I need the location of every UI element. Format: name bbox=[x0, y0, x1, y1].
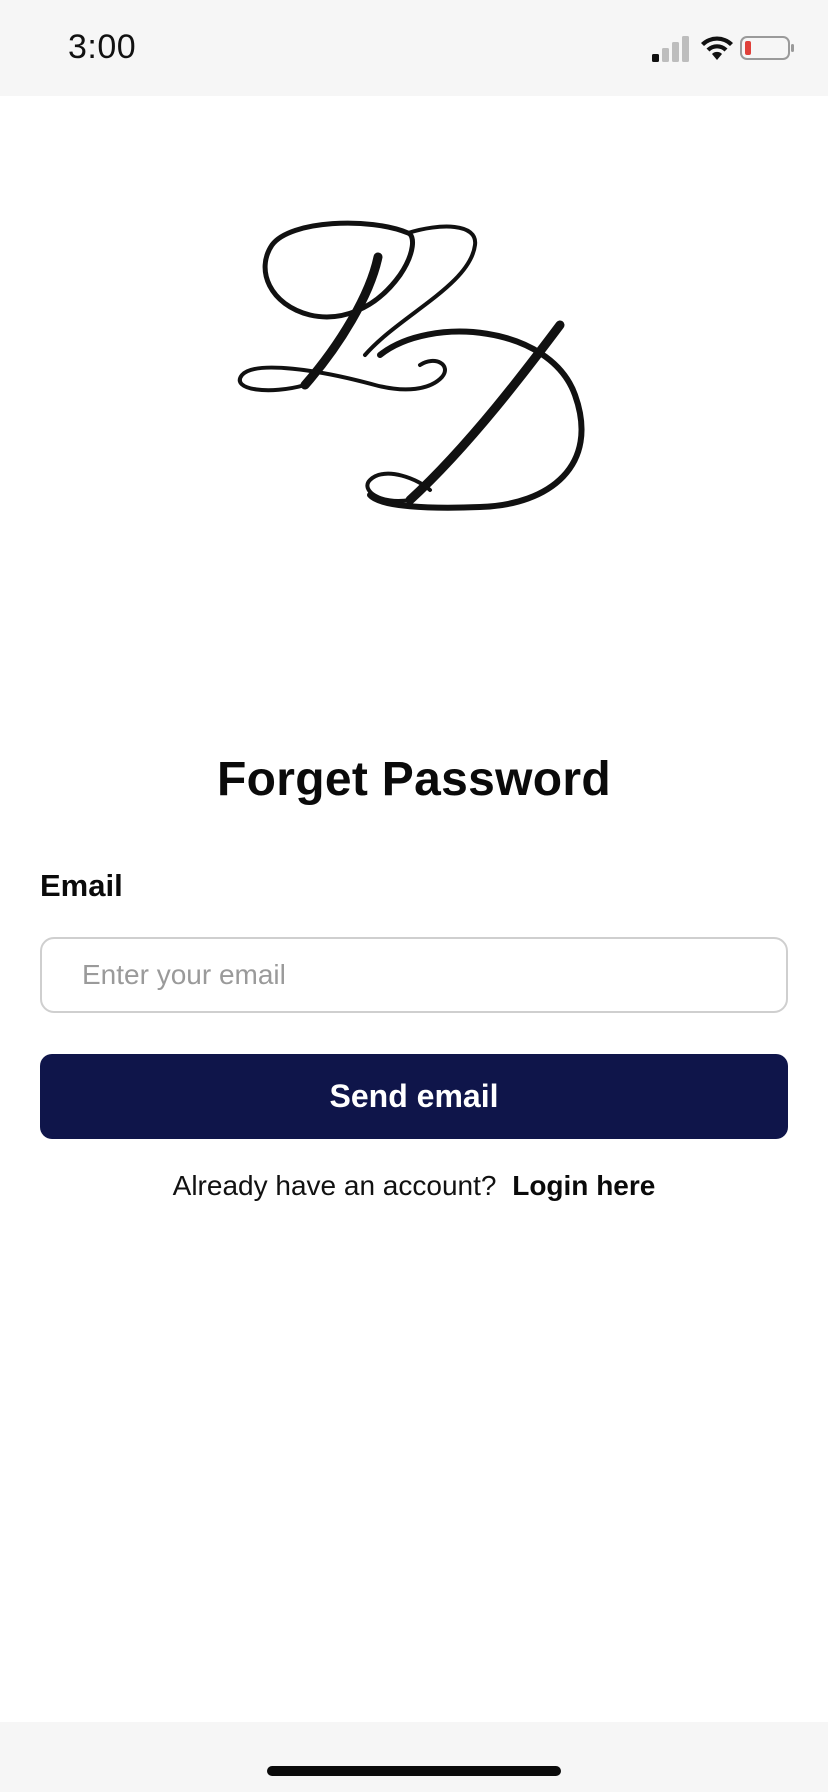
email-input[interactable] bbox=[40, 937, 788, 1013]
ld-logo bbox=[237, 220, 585, 511]
status-bar: 3:00 bbox=[0, 0, 828, 96]
home-indicator[interactable] bbox=[267, 1766, 561, 1776]
login-prompt-text: Already have an account? bbox=[172, 1170, 497, 1201]
status-time: 3:00 bbox=[68, 28, 137, 66]
login-prompt-row: Already have an account? Login here bbox=[0, 1170, 828, 1202]
wifi-icon bbox=[701, 36, 733, 60]
page-title: Forget Password bbox=[217, 753, 611, 806]
send-email-button[interactable]: Send email bbox=[40, 1054, 788, 1139]
home-bar bbox=[0, 1722, 828, 1792]
forget-password-screen: 3:00 Forget Password Email Enter your em… bbox=[0, 0, 828, 1792]
battery-icon bbox=[740, 36, 794, 60]
login-here-link[interactable]: Login here bbox=[512, 1170, 655, 1201]
email-label: Email bbox=[40, 868, 123, 903]
signal-icon bbox=[652, 36, 689, 62]
